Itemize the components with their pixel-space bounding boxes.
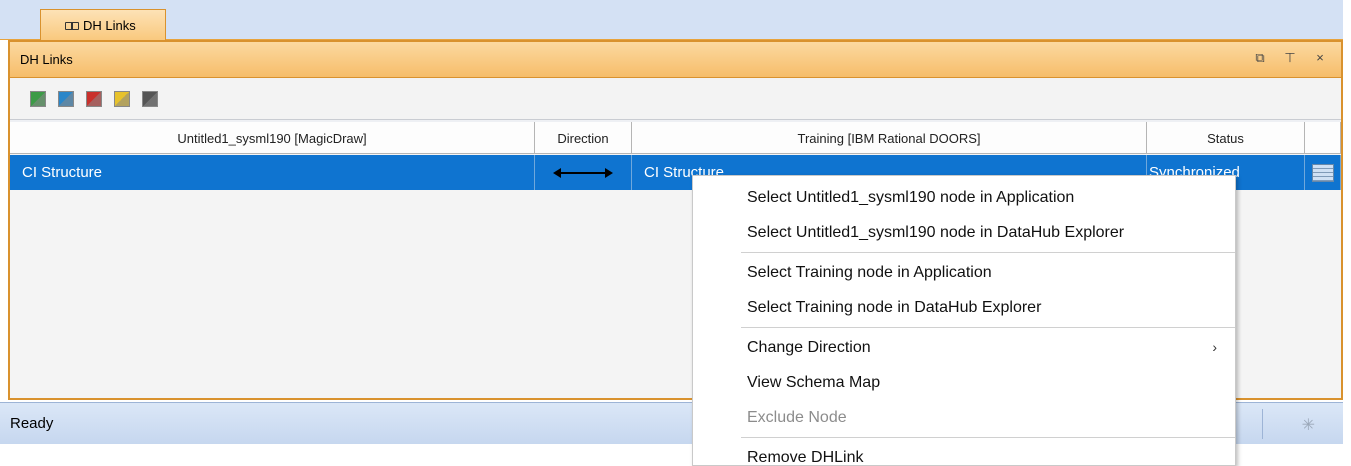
menu-item-label: Change Direction	[747, 338, 871, 356]
menu-item-label: View Schema Map	[747, 373, 881, 391]
panel-title: DH Links	[20, 52, 73, 67]
menu-separator	[741, 252, 1235, 253]
menu-item-select-source-app[interactable]: Select Untitled1_sysml190 node in Applic…	[693, 180, 1235, 215]
menu-item-label: Remove DHLink	[747, 448, 864, 466]
yellow-link-icon[interactable]	[114, 90, 130, 107]
pin-icon[interactable]: ⊤	[1283, 50, 1297, 66]
float-window-icon[interactable]: ⧉	[1253, 50, 1267, 66]
panel-controls: ⧉ ⊤ ×	[1253, 50, 1327, 66]
grid-header: Untitled1_sysml190 [MagicDraw] Direction…	[10, 122, 1341, 154]
menu-separator	[741, 327, 1235, 328]
tab-label: DH Links	[83, 17, 136, 33]
detail-grid-icon[interactable]	[1311, 163, 1334, 182]
panel-header: DH Links ⧉ ⊤ ×	[10, 42, 1341, 78]
detail-cell[interactable]	[1305, 155, 1341, 190]
menu-item-select-target-app[interactable]: Select Training node in Application	[693, 255, 1235, 290]
toolbar	[10, 78, 1341, 120]
column-header-source[interactable]: Untitled1_sysml190 [MagicDraw]	[10, 122, 535, 154]
menu-item-label: Select Untitled1_sysml190 node in Applic…	[747, 188, 1075, 206]
menu-item-select-source-explorer[interactable]: Select Untitled1_sysml190 node in DataHu…	[693, 215, 1235, 250]
tab-dh-links[interactable]: DH Links	[40, 9, 166, 40]
menu-item-label: Select Training node in DataHub Explorer	[747, 298, 1042, 316]
menu-item-view-schema-map[interactable]: View Schema Map	[693, 365, 1235, 400]
chevron-right-icon: ›	[1212, 339, 1217, 355]
red-link-icon[interactable]	[86, 90, 102, 107]
blue-link-icon[interactable]	[58, 90, 74, 107]
status-separator	[1262, 409, 1263, 439]
menu-item-label: Exclude Node	[747, 408, 847, 426]
column-header-detail	[1305, 122, 1341, 154]
loading-spinner-icon: ✳	[1301, 417, 1315, 434]
source-cell[interactable]: CI Structure	[10, 155, 535, 190]
menu-item-label: Select Training node in Application	[747, 263, 992, 281]
direction-cell[interactable]	[535, 155, 632, 190]
menu-item-label: Select Untitled1_sysml190 node in DataHu…	[747, 223, 1125, 241]
column-header-target[interactable]: Training [IBM Rational DOORS]	[632, 122, 1147, 154]
menu-item-remove-dhlink[interactable]: Remove DHLink	[693, 440, 1235, 466]
menu-item-exclude-node: Exclude Node	[693, 400, 1235, 435]
context-menu: Select Untitled1_sysml190 node in Applic…	[692, 175, 1236, 466]
column-header-direction[interactable]: Direction	[535, 122, 632, 154]
bidirectional-arrow-icon	[553, 167, 613, 178]
tab-strip: DH Links	[0, 0, 1343, 40]
links-icon	[65, 20, 79, 30]
menu-item-change-direction[interactable]: Change Direction ›	[693, 330, 1235, 365]
status-text: Ready	[10, 415, 54, 432]
menu-item-select-target-explorer[interactable]: Select Training node in DataHub Explorer	[693, 290, 1235, 325]
green-link-icon[interactable]	[30, 90, 46, 107]
column-header-status[interactable]: Status	[1147, 122, 1305, 154]
gray-link-icon[interactable]	[142, 90, 158, 107]
close-icon[interactable]: ×	[1313, 50, 1327, 66]
menu-separator	[741, 437, 1235, 438]
